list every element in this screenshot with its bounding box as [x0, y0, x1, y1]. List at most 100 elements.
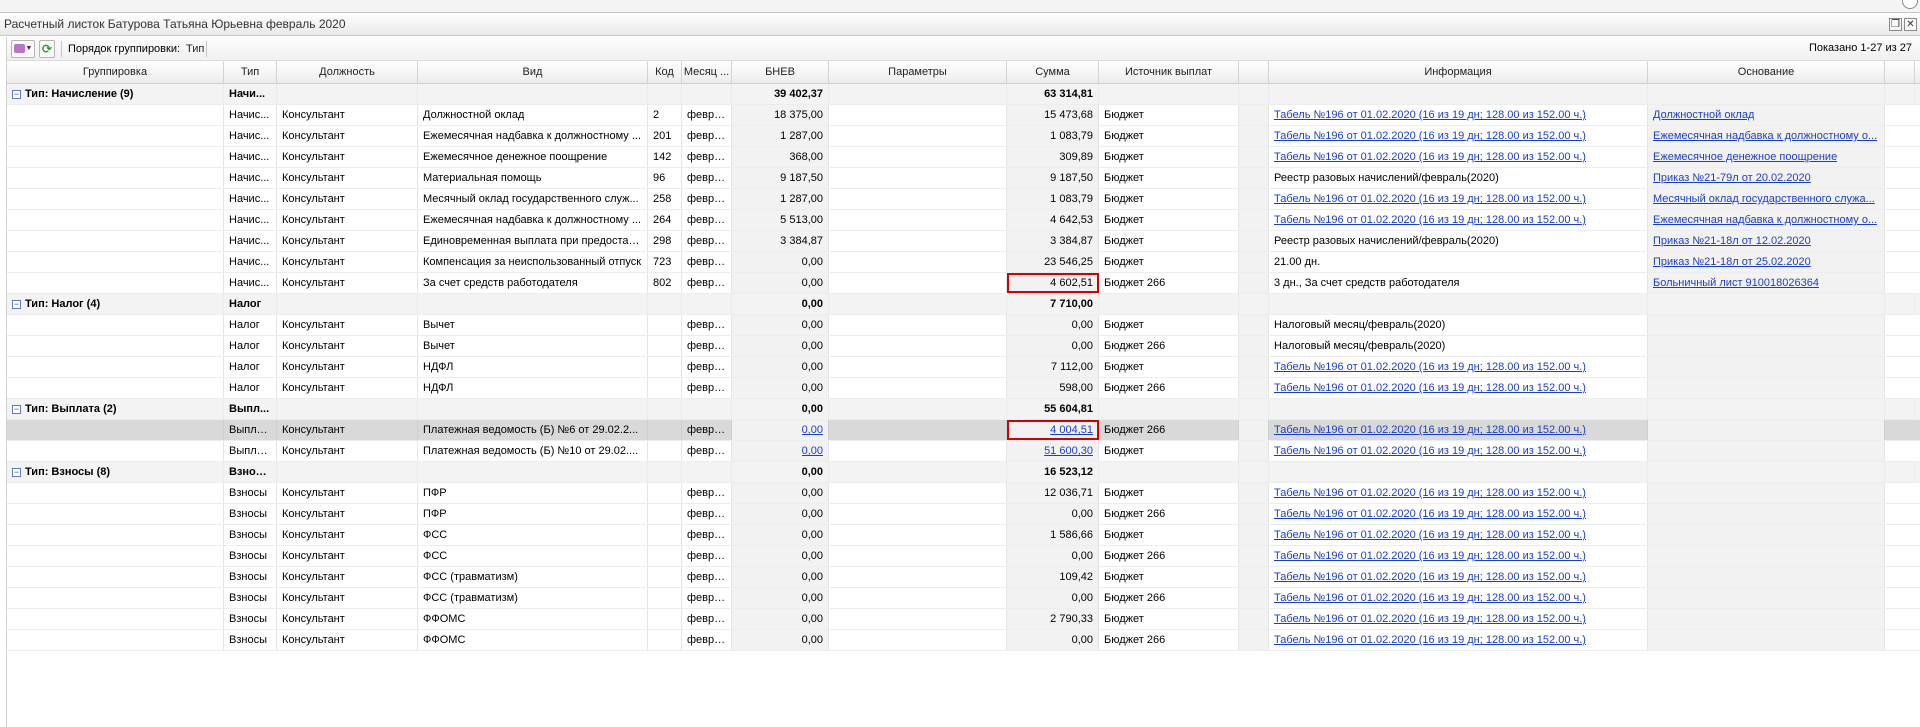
info-cell-text[interactable]: Табель №196 от 01.02.2020 (16 из 19 дн; … — [1274, 214, 1586, 226]
group-row[interactable]: − Тип: Выплата (2) Выпл... 0,00 55 604,81 — [7, 399, 1920, 420]
col-header-params[interactable]: Параметры — [829, 61, 1007, 83]
info-cell-text[interactable]: Табель №196 от 01.02.2020 (16 из 19 дн; … — [1274, 424, 1586, 436]
basis-cell-text[interactable]: Больничный лист 910018026364 — [1653, 277, 1819, 289]
bnev-cell[interactable]: 0,00 — [732, 441, 829, 461]
col-header-month[interactable]: Месяц ... — [682, 61, 732, 83]
col-header-extra[interactable] — [1239, 61, 1269, 83]
info-cell[interactable]: Табель №196 от 01.02.2020 (16 из 19 дн; … — [1269, 126, 1648, 146]
table-row[interactable]: Выплата Консультант Платежная ведомость (Б… — [7, 441, 1920, 462]
basis-cell[interactable]: Приказ №21-18л от 25.02.2020 — [1648, 252, 1885, 272]
group-label-cell[interactable]: − Тип: Выплата (2) — [7, 399, 224, 419]
table-row[interactable]: Взносы Консультант ФСС (травматизм) февра..… — [7, 588, 1920, 609]
table-row[interactable]: Взносы Консультант ФСС февра... 0,00 0,00 Бюдж… — [7, 546, 1920, 567]
basis-cell-text[interactable]: Приказ №21-79л от 20.02.2020 — [1653, 172, 1811, 184]
info-cell[interactable]: Табель №196 от 01.02.2020 (16 из 19 дн; … — [1269, 420, 1648, 440]
basis-cell[interactable]: Приказ №21-79л от 20.02.2020 — [1648, 168, 1885, 188]
table-row[interactable]: Взносы Консультант ФФОМС февра... 0,00 0,00 Бю… — [7, 630, 1920, 651]
collapse-icon[interactable]: − — [12, 299, 21, 309]
group-label-cell[interactable]: − Тип: Взносы (8) — [7, 462, 224, 482]
table-row[interactable]: Начис... Консультант Единовременная выплат… — [7, 231, 1920, 252]
group-label-cell[interactable]: − Тип: Начисление (9) — [7, 84, 224, 104]
table-row[interactable]: Начис... Консультант Должностной оклад 2 фев… — [7, 105, 1920, 126]
collapse-icon[interactable]: − — [12, 467, 21, 477]
info-cell[interactable]: Табель №196 от 01.02.2020 (16 из 19 дн; … — [1269, 378, 1648, 398]
info-cell[interactable]: Табель №196 от 01.02.2020 (16 из 19 дн; … — [1269, 504, 1648, 524]
table-row[interactable]: Начис... Консультант Месячный оклад госуда… — [7, 189, 1920, 210]
basis-cell[interactable]: Должностной оклад — [1648, 105, 1885, 125]
info-cell-text[interactable]: Табель №196 от 01.02.2020 (16 из 19 дн; … — [1274, 592, 1586, 604]
table-row[interactable]: Налог Консультант НДФЛ февра... 0,00 598,00 Бю… — [7, 378, 1920, 399]
info-cell[interactable]: Табель №196 от 01.02.2020 (16 из 19 дн; … — [1269, 441, 1648, 461]
info-cell[interactable]: Табель №196 от 01.02.2020 (16 из 19 дн; … — [1269, 588, 1648, 608]
basis-cell-text[interactable]: Ежемесячная надбавка к должностному о... — [1653, 214, 1877, 226]
info-cell-text[interactable]: Табель №196 от 01.02.2020 (16 из 19 дн; … — [1274, 193, 1586, 205]
basis-cell-text[interactable]: Ежемесячное денежное поощрение — [1653, 151, 1837, 163]
group-row[interactable]: − Тип: Налог (4) Налог 0,00 7 710,00 — [7, 294, 1920, 315]
info-cell-text[interactable]: Табель №196 от 01.02.2020 (16 из 19 дн; … — [1274, 382, 1586, 394]
info-cell[interactable]: Табель №196 от 01.02.2020 (16 из 19 дн; … — [1269, 147, 1648, 167]
table-row[interactable]: Взносы Консультант ПФР февра... 0,00 12 036,7… — [7, 483, 1920, 504]
table-row[interactable]: Начис... Консультант Компенсация за неиспо… — [7, 252, 1920, 273]
close-icon[interactable]: ✕ — [1904, 18, 1917, 31]
col-header-bnev[interactable]: БНЕВ — [732, 61, 829, 83]
basis-cell[interactable]: Больничный лист 910018026364 — [1648, 273, 1885, 293]
basis-cell-text[interactable]: Приказ №21-18л от 25.02.2020 — [1653, 256, 1811, 268]
col-header-position[interactable]: Должность — [277, 61, 418, 83]
col-header-grouping[interactable]: Группировка — [7, 61, 224, 83]
basis-cell[interactable]: Ежемесячное денежное поощрение — [1648, 147, 1885, 167]
info-cell-text[interactable]: Табель №196 от 01.02.2020 (16 из 19 дн; … — [1274, 634, 1586, 646]
refresh-button[interactable]: ⟳ — [39, 39, 55, 58]
col-header-type[interactable]: Тип — [224, 61, 277, 83]
collapse-icon[interactable]: − — [12, 404, 21, 414]
basis-cell[interactable]: Месячный оклад государственного служа... — [1648, 189, 1885, 209]
info-cell-text[interactable]: Табель №196 от 01.02.2020 (16 из 19 дн; … — [1274, 109, 1586, 121]
col-header-source[interactable]: Источник выплат — [1099, 61, 1239, 83]
grouping-value[interactable]: Тип — [186, 43, 204, 55]
sum-cell[interactable]: 51 600,30 — [1007, 441, 1099, 461]
table-row[interactable]: Взносы Консультант ПФР февра... 0,00 0,00 Бюдж… — [7, 504, 1920, 525]
col-header-info[interactable]: Информация — [1269, 61, 1648, 83]
info-cell-text[interactable]: Табель №196 от 01.02.2020 (16 из 19 дн; … — [1274, 529, 1586, 541]
info-cell-text[interactable]: Табель №196 от 01.02.2020 (16 из 19 дн; … — [1274, 361, 1586, 373]
info-cell[interactable]: Табель №196 от 01.02.2020 (16 из 19 дн; … — [1269, 609, 1648, 629]
table-row[interactable]: Начис... Консультант Ежемесячная надбавка … — [7, 126, 1920, 147]
info-cell-text[interactable]: Табель №196 от 01.02.2020 (16 из 19 дн; … — [1274, 508, 1586, 520]
info-cell-text[interactable]: Табель №196 от 01.02.2020 (16 из 19 дн; … — [1274, 613, 1586, 625]
basis-cell-text[interactable]: Месячный оклад государственного служа... — [1653, 193, 1875, 205]
col-header-kind[interactable]: Вид — [418, 61, 648, 83]
info-cell[interactable]: Табель №196 от 01.02.2020 (16 из 19 дн; … — [1269, 525, 1648, 545]
restore-icon[interactable]: ❐ — [1889, 18, 1902, 31]
col-header-code[interactable]: Код — [648, 61, 682, 83]
table-row[interactable]: Начис... Консультант Ежемесячное денежное … — [7, 147, 1920, 168]
table-row[interactable]: Взносы Консультант ФФОМС февра... 0,00 2 790,… — [7, 609, 1920, 630]
basis-cell-text[interactable]: Ежемесячная надбавка к должностному о... — [1653, 130, 1877, 142]
group-row[interactable]: − Тип: Взносы (8) Взносы 0,00 16 523,12 — [7, 462, 1920, 483]
actions-menu-button[interactable]: ▼ — [11, 39, 35, 58]
group-row[interactable]: − Тип: Начисление (9) Начи... 39 402,37 63 3… — [7, 84, 1920, 105]
info-cell-text[interactable]: Табель №196 от 01.02.2020 (16 из 19 дн; … — [1274, 487, 1586, 499]
bnev-cell-text[interactable]: 0,00 — [802, 445, 823, 457]
sum-cell-text[interactable]: 4 004,51 — [1050, 424, 1093, 436]
table-row[interactable]: Начис... Консультант Материальная помощь 96… — [7, 168, 1920, 189]
info-cell-text[interactable]: Табель №196 от 01.02.2020 (16 из 19 дн; … — [1274, 445, 1586, 457]
info-cell[interactable]: Табель №196 от 01.02.2020 (16 из 19 дн; … — [1269, 483, 1648, 503]
basis-cell-text[interactable]: Приказ №21-18л от 12.02.2020 — [1653, 235, 1811, 247]
table-row[interactable]: Налог Консультант НДФЛ февра... 0,00 7 112,00… — [7, 357, 1920, 378]
bnev-cell-text[interactable]: 0,00 — [802, 424, 823, 436]
info-cell-text[interactable]: Табель №196 от 01.02.2020 (16 из 19 дн; … — [1274, 550, 1586, 562]
col-header-basis[interactable]: Основание — [1648, 61, 1885, 83]
info-cell-text[interactable]: Табель №196 от 01.02.2020 (16 из 19 дн; … — [1274, 571, 1586, 583]
info-cell[interactable]: Табель №196 от 01.02.2020 (16 из 19 дн; … — [1269, 189, 1648, 209]
info-cell[interactable]: Табель №196 от 01.02.2020 (16 из 19 дн; … — [1269, 105, 1648, 125]
sum-cell-text[interactable]: 51 600,30 — [1044, 445, 1093, 457]
table-row[interactable]: Взносы Консультант ФСС (травматизм) февра..… — [7, 567, 1920, 588]
group-label-cell[interactable]: − Тип: Налог (4) — [7, 294, 224, 314]
bnev-cell[interactable]: 0,00 — [732, 420, 829, 440]
info-cell-text[interactable]: Табель №196 от 01.02.2020 (16 из 19 дн; … — [1274, 151, 1586, 163]
sum-cell[interactable]: 4 004,51 — [1007, 420, 1099, 440]
col-header-sum[interactable]: Сумма — [1007, 61, 1099, 83]
table-row[interactable]: Выплата Консультант Платежная ведомость (Б… — [7, 420, 1920, 441]
info-cell-text[interactable]: Табель №196 от 01.02.2020 (16 из 19 дн; … — [1274, 130, 1586, 142]
basis-cell[interactable]: Ежемесячная надбавка к должностному о... — [1648, 126, 1885, 146]
table-row[interactable]: Начис... Консультант Ежемесячная надбавка … — [7, 210, 1920, 231]
